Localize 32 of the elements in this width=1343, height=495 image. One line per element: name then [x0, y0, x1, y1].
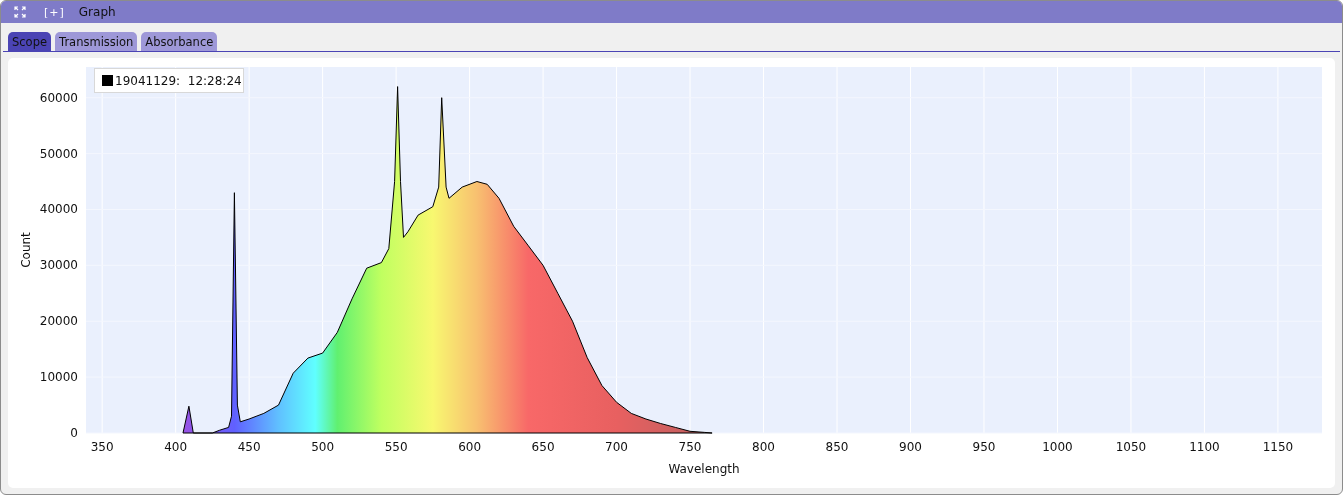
axis-tick-label: 500 [311, 440, 335, 454]
axis-tick-label: 1050 [1115, 440, 1147, 454]
axis-tick-label: 1100 [1189, 440, 1220, 454]
axis-tick-label: 450 [237, 440, 261, 454]
axis-tick-label: 800 [752, 440, 775, 454]
axis-title: Count [19, 232, 33, 268]
expand-icon[interactable] [14, 6, 26, 18]
axis-tick-label: 1150 [1262, 440, 1294, 454]
legend-label: 19041129: 12:28:24 [115, 74, 242, 88]
axis-tick-label: 650 [531, 440, 555, 454]
axis-title: Wavelength [668, 462, 740, 476]
tab[interactable]: Absorbance [141, 32, 218, 51]
axis-tick-label: 1000 [1042, 440, 1073, 454]
axis-tick-label: 700 [605, 440, 628, 454]
axis-tick-label: 950 [972, 440, 996, 454]
axis-tick-label: 750 [678, 440, 702, 454]
axis-tick-label: 20000 [39, 314, 78, 329]
axis-tick-label: 0 [70, 426, 78, 440]
axis-tick-label: 400 [164, 440, 188, 454]
axis-tick-label: 550 [384, 440, 408, 454]
axis-tick-label: 350 [90, 440, 114, 454]
axis-tick-label: 600 [458, 440, 482, 454]
axis-tick-label: 50000 [39, 146, 78, 161]
axis-tick-label: 40000 [39, 202, 78, 217]
expand-button[interactable]: [+] [44, 5, 65, 19]
tab[interactable]: Transmission [55, 32, 138, 51]
axis-tick-label: 900 [899, 440, 922, 454]
window-title: Graph [78, 5, 116, 19]
axis-tick-label: 30000 [39, 258, 78, 273]
axis-tick-label: 10000 [39, 370, 78, 385]
axis-tick-label: 850 [825, 440, 849, 454]
axis-tick-label: 60000 [39, 90, 78, 105]
